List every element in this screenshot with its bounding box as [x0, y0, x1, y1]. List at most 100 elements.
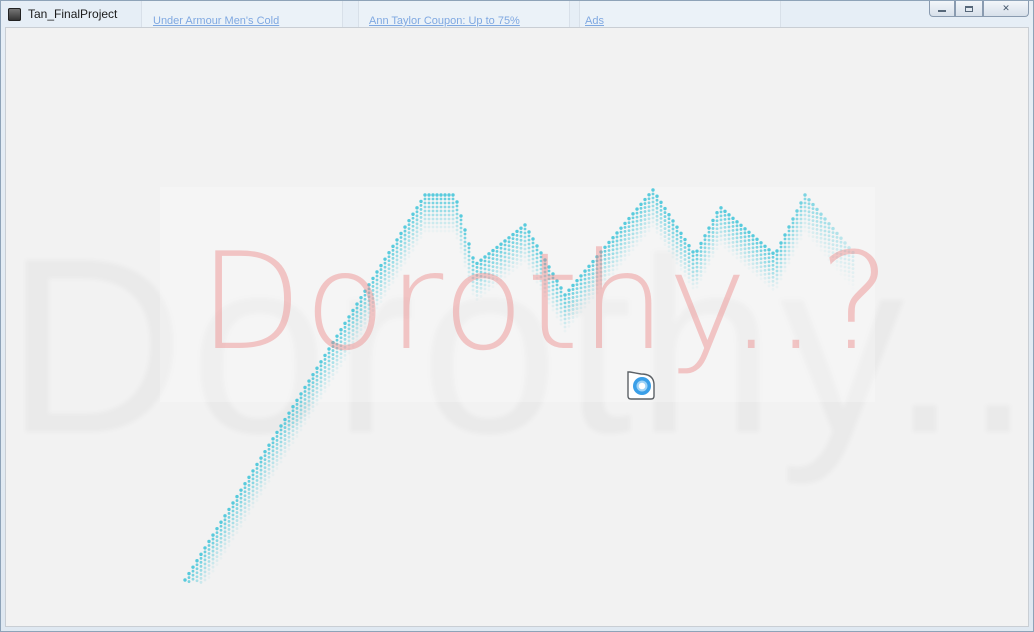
wave-dot [283, 450, 287, 453]
wave-dot [247, 495, 251, 499]
wave-dot [259, 464, 263, 468]
wave-dot [643, 218, 647, 221]
wave-dot [799, 209, 803, 213]
wave-dot [259, 456, 263, 460]
wave-dot [235, 523, 239, 526]
wave-dot [259, 460, 263, 464]
wave-dot [211, 565, 215, 569]
wave-dot [207, 568, 211, 571]
wave-dot [663, 211, 667, 214]
wave-dot [807, 210, 811, 214]
wave-dot [251, 469, 255, 473]
wave-dot [295, 426, 299, 430]
wave-dot [435, 213, 439, 217]
wave-dot [627, 216, 631, 221]
wave-dot [227, 532, 231, 535]
wave-dot [419, 204, 423, 207]
wave-dot [439, 217, 443, 221]
wave-dot [431, 201, 435, 205]
wave-dot [663, 219, 667, 222]
wave-dot [811, 215, 815, 219]
wave-dot [295, 418, 299, 422]
wave-dot [439, 209, 443, 213]
wave-dot [243, 514, 247, 518]
wave-dot [251, 477, 255, 481]
wave-dot [439, 197, 443, 201]
wave-dot [447, 217, 451, 221]
wave-dot [651, 192, 655, 196]
wave-dot [819, 212, 823, 216]
wave-dot [439, 201, 443, 205]
wave-dot [455, 220, 459, 224]
wave-dot [795, 213, 799, 217]
wave-dot [259, 492, 263, 496]
wave-dot [415, 218, 419, 222]
close-button[interactable]: ✕ [983, 1, 1029, 17]
wave-dot [211, 541, 215, 545]
wave-dot [647, 209, 651, 213]
app-window: Under Armour Men's Cold Ann Taylor Coupo… [0, 0, 1034, 632]
wave-dot [423, 213, 427, 217]
wave-dot [727, 213, 731, 217]
wave-dot [227, 540, 231, 543]
wave-dot [255, 487, 259, 490]
wave-dot [659, 208, 663, 212]
wave-dot [275, 439, 279, 442]
wave-dot [207, 564, 211, 567]
wave-dot [251, 493, 255, 497]
wave-dot [299, 428, 303, 432]
wave-dot [447, 201, 451, 205]
wave-dot [443, 213, 447, 217]
wave-dot [283, 434, 287, 437]
wave-dot [235, 507, 239, 510]
wave-dot [319, 380, 323, 384]
wave-dot [207, 548, 211, 551]
wave-dot [231, 521, 235, 525]
wave-dot [211, 553, 215, 557]
wave-dot [451, 205, 455, 209]
wave-dot [655, 210, 659, 214]
wave-dot [447, 209, 451, 213]
sketch-canvas[interactable]: Dorothy..? Dorothy..? [5, 27, 1029, 627]
wave-dot [239, 504, 243, 508]
title-bar[interactable]: Tan_FinalProject ✕ [1, 1, 1033, 27]
wave-dot [639, 202, 643, 207]
wave-dot [287, 427, 291, 431]
wave-dot [271, 445, 275, 449]
wave-dot [307, 415, 311, 419]
minimize-button[interactable] [929, 1, 955, 17]
wave-dot [291, 409, 295, 413]
wave-dot [255, 499, 259, 502]
wave-dot [791, 217, 795, 221]
wave-dot [267, 451, 271, 455]
wave-dot [239, 524, 243, 528]
wave-dot [247, 511, 251, 515]
wave-dot [279, 460, 283, 464]
wave-dot [315, 394, 319, 398]
wave-dot [195, 571, 199, 575]
wave-dot [207, 576, 211, 579]
wave-dot [435, 193, 439, 197]
wave-dot [283, 442, 287, 445]
wave-dot [211, 549, 215, 553]
wave-dot [715, 211, 719, 215]
wave-dot [307, 403, 311, 407]
restore-button[interactable] [955, 1, 983, 17]
wave-dot [651, 212, 655, 216]
wave-dot [291, 425, 295, 429]
wave-dot [223, 514, 227, 518]
wave-dot [275, 459, 279, 462]
wave-dot [227, 524, 231, 527]
wave-dot [299, 396, 303, 400]
wave-dot [635, 219, 639, 223]
app-icon[interactable] [8, 8, 21, 21]
wave-dot [807, 218, 811, 222]
wave-dot [419, 216, 423, 219]
wave-dot [323, 382, 327, 385]
wave-dot [287, 443, 291, 447]
wave-dot [211, 537, 215, 541]
wave-dot [219, 556, 223, 560]
wave-dot [275, 463, 279, 466]
wave-dot [635, 211, 639, 215]
wave-dot [227, 520, 231, 523]
